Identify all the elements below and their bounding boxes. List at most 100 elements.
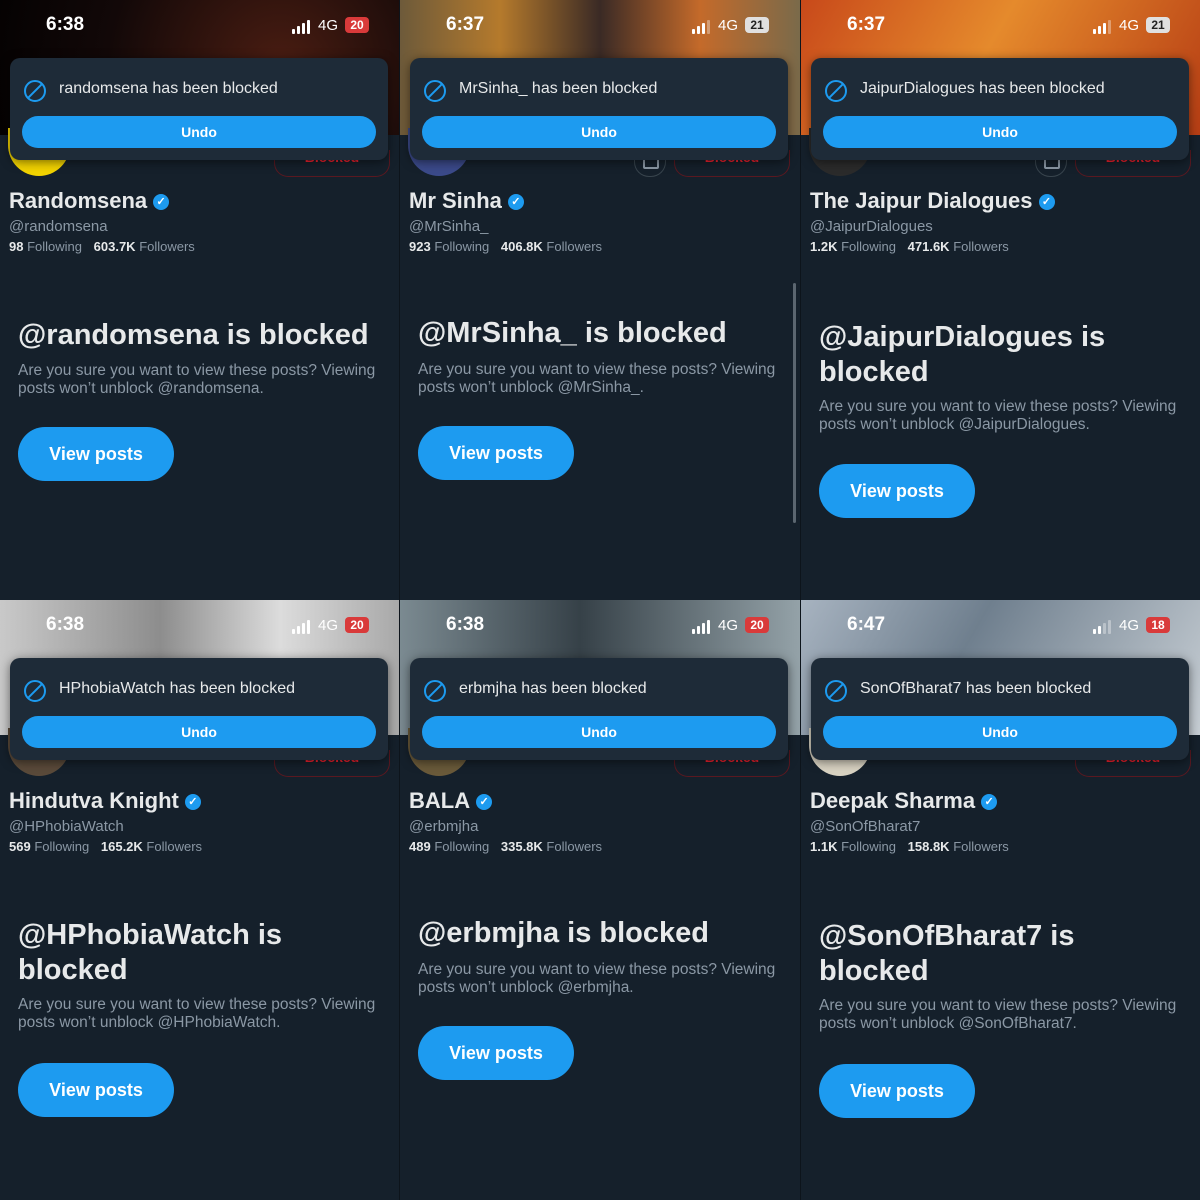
network-type: 4G <box>718 617 739 634</box>
network-type: 4G <box>1119 617 1140 634</box>
screenshot-grid: 6:38 4G 20 Blocked randomsena has been b… <box>0 0 1200 1200</box>
status-bar: 6:37 4G 21 <box>400 14 800 40</box>
view-posts-button[interactable]: View posts <box>819 464 975 518</box>
battery-level: 18 <box>1146 617 1170 633</box>
blocked-heading: @SonOfBharat7 is blocked <box>819 920 1075 987</box>
blocked-description: Are you sure you want to view these post… <box>18 996 376 1031</box>
verified-badge-icon: ✓ <box>153 194 170 210</box>
follow-stats: 489 Following 335.8K Followers <box>409 839 602 854</box>
battery-level: 20 <box>345 617 369 633</box>
following-link[interactable]: 1.2K Following <box>810 239 896 254</box>
follow-stats: 923 Following 406.8K Followers <box>409 239 602 254</box>
profile-name-row: The Jaipur Dialogues ✓ <box>810 188 1055 214</box>
profile-name: Randomsena <box>9 188 148 213</box>
followers-link[interactable]: 165.2K Followers <box>101 839 202 854</box>
profile-handle: @SonOfBharat7 <box>810 818 921 835</box>
undo-button[interactable]: Undo <box>823 716 1177 748</box>
profile-panel: 6:38 4G 20 Blocked HPhobiaWatch has been… <box>0 600 400 1200</box>
blocked-toast: JaipurDialogues has been blocked Undo <box>811 58 1189 160</box>
followers-link[interactable]: 335.8K Followers <box>501 839 602 854</box>
view-posts-button[interactable]: View posts <box>418 1026 574 1080</box>
follow-stats: 1.2K Following 471.6K Followers <box>810 239 1009 254</box>
toast-message: MrSinha_ has been blocked <box>459 80 658 97</box>
following-link[interactable]: 1.1K Following <box>810 839 896 854</box>
status-time: 6:38 <box>46 614 85 635</box>
signal-bars-icon <box>692 20 714 34</box>
network-type: 4G <box>1119 17 1140 34</box>
follow-stats: 98 Following 603.7K Followers <box>9 239 195 254</box>
status-time: 6:38 <box>446 614 485 635</box>
profile-name: Hindutva Knight <box>9 788 179 813</box>
verified-badge-icon: ✓ <box>981 794 998 810</box>
signal-bars-icon <box>1093 620 1115 634</box>
undo-button[interactable]: Undo <box>22 716 376 748</box>
status-time: 6:47 <box>847 614 886 635</box>
following-label: Following <box>34 839 90 854</box>
blocked-toast: erbmjha has been blocked Undo <box>410 658 788 760</box>
status-time: 6:37 <box>847 14 886 35</box>
following-count: 98 <box>9 239 24 254</box>
followers-count: 158.8K <box>907 839 950 854</box>
status-bar: 6:47 4G 18 <box>801 614 1200 640</box>
profile-panel: 6:38 4G 20 Blocked erbmjha has been bloc… <box>399 600 801 1200</box>
undo-button[interactable]: Undo <box>422 716 776 748</box>
view-posts-button[interactable]: View posts <box>18 427 174 481</box>
block-icon <box>424 80 446 102</box>
followers-link[interactable]: 603.7K Followers <box>94 239 195 254</box>
followers-label: Followers <box>546 239 603 254</box>
blocked-toast: MrSinha_ has been blocked Undo <box>410 58 788 160</box>
scrollbar[interactable] <box>793 283 796 523</box>
block-icon <box>424 680 446 702</box>
blocked-heading: @HPhobiaWatch is blocked <box>18 919 283 986</box>
following-count: 569 <box>9 839 31 854</box>
profile-name-row: Deepak Sharma ✓ <box>810 788 998 814</box>
status-bar: 6:38 4G 20 <box>400 614 800 640</box>
blocked-description: Are you sure you want to view these post… <box>18 362 376 397</box>
followers-link[interactable]: 406.8K Followers <box>501 239 602 254</box>
following-link[interactable]: 923 Following <box>409 239 489 254</box>
signal-bars-icon <box>292 620 314 634</box>
verified-badge-icon: ✓ <box>184 794 201 810</box>
undo-button[interactable]: Undo <box>422 116 776 148</box>
profile-panel: 6:38 4G 20 Blocked randomsena has been b… <box>0 0 400 600</box>
profile-handle: @MrSinha_ <box>409 218 489 235</box>
network-type: 4G <box>718 17 739 34</box>
verified-badge-icon: ✓ <box>1038 194 1055 210</box>
profile-name: Deepak Sharma <box>810 788 976 813</box>
profile-panel: 6:47 4G 18 Blocked SonOfBharat7 has been… <box>800 600 1200 1200</box>
following-link[interactable]: 489 Following <box>409 839 489 854</box>
following-count: 489 <box>409 839 431 854</box>
toast-message: randomsena has been blocked <box>59 80 278 97</box>
toast-message: JaipurDialogues has been blocked <box>860 80 1105 97</box>
profile-handle: @HPhobiaWatch <box>9 818 124 835</box>
blocked-description: Are you sure you want to view these post… <box>418 961 776 996</box>
followers-label: Followers <box>953 239 1009 254</box>
battery-level: 20 <box>745 617 769 633</box>
profile-handle: @randomsena <box>9 218 108 235</box>
toast-message: erbmjha has been blocked <box>459 680 647 697</box>
followers-link[interactable]: 158.8K Followers <box>908 839 1009 854</box>
profile-name-row: Hindutva Knight ✓ <box>9 788 201 814</box>
following-link[interactable]: 98 Following <box>9 239 82 254</box>
view-posts-button[interactable]: View posts <box>18 1063 174 1117</box>
signal-bars-icon <box>1093 20 1115 34</box>
follow-stats: 1.1K Following 158.8K Followers <box>810 839 1009 854</box>
undo-button[interactable]: Undo <box>823 116 1177 148</box>
following-link[interactable]: 569 Following <box>9 839 89 854</box>
profile-name: BALA <box>409 788 471 813</box>
status-bar: 6:38 4G 20 <box>0 14 400 40</box>
signal-bars-icon <box>292 20 314 34</box>
followers-count: 335.8K <box>500 839 543 854</box>
undo-button[interactable]: Undo <box>22 116 376 148</box>
verified-badge-icon: ✓ <box>476 794 493 810</box>
blocked-description: Are you sure you want to view these post… <box>819 398 1177 433</box>
status-bar: 6:37 4G 21 <box>801 14 1200 40</box>
network-type: 4G <box>318 617 339 634</box>
profile-panel: 6:37 4G 21 Blocked JaipurDialogues has b… <box>800 0 1200 600</box>
view-posts-button[interactable]: View posts <box>819 1064 975 1118</box>
view-posts-button[interactable]: View posts <box>418 426 574 480</box>
block-icon <box>825 80 847 102</box>
followers-link[interactable]: 471.6K Followers <box>908 239 1009 254</box>
status-time: 6:37 <box>446 14 485 35</box>
followers-count: 406.8K <box>500 239 543 254</box>
